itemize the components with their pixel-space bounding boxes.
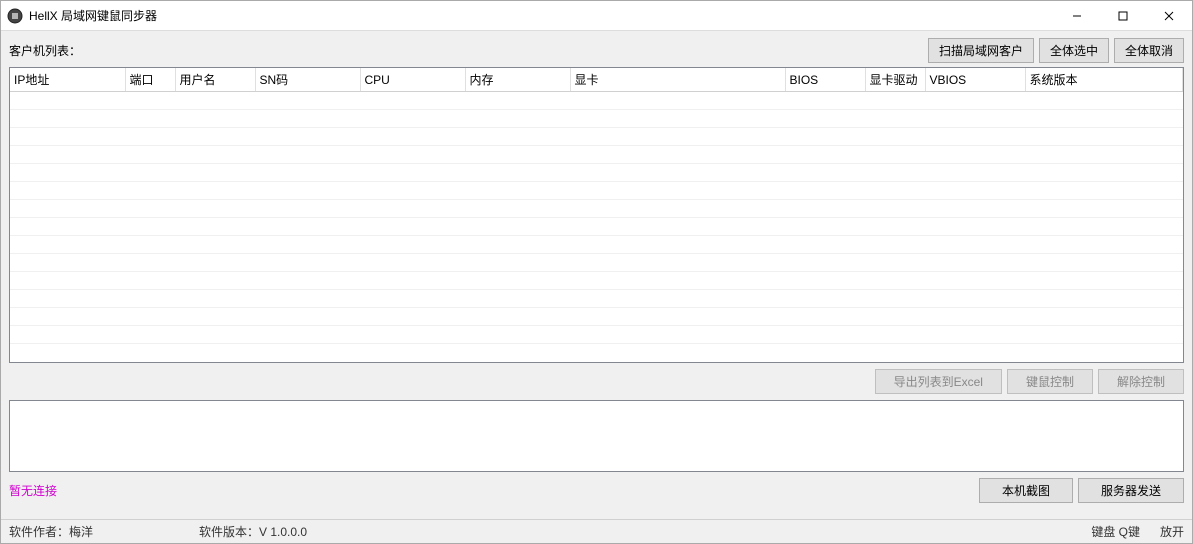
scan-lan-button[interactable]: 扫描局域网客户 xyxy=(928,38,1034,63)
table-row[interactable] xyxy=(10,92,1183,110)
server-send-button[interactable]: 服务器发送 xyxy=(1078,478,1184,503)
client-list-label: 客户机列表： xyxy=(9,42,81,59)
titlebar: HellX 局域网键鼠同步器 xyxy=(1,1,1192,31)
col-mem[interactable]: 内存 xyxy=(465,68,570,92)
connection-status: 暂无连接 xyxy=(9,482,57,499)
release-control-button: 解除控制 xyxy=(1098,369,1184,394)
table-row[interactable] xyxy=(10,182,1183,200)
col-bios[interactable]: BIOS xyxy=(785,68,865,92)
table-row[interactable] xyxy=(10,308,1183,326)
screenshot-button[interactable]: 本机截图 xyxy=(979,478,1073,503)
col-gpu[interactable]: 显卡 xyxy=(570,68,785,92)
table-row[interactable] xyxy=(10,110,1183,128)
km-control-button: 键鼠控制 xyxy=(1007,369,1093,394)
app-icon xyxy=(7,8,23,24)
window-title: HellX 局域网键鼠同步器 xyxy=(29,7,157,24)
col-sn[interactable]: SN码 xyxy=(255,68,360,92)
table-row[interactable] xyxy=(10,326,1183,344)
select-all-button[interactable]: 全体选中 xyxy=(1039,38,1109,63)
status-keyboard-state: 放开 xyxy=(1160,523,1184,540)
export-excel-button: 导出列表到Excel xyxy=(875,369,1002,394)
col-user[interactable]: 用户名 xyxy=(175,68,255,92)
col-port[interactable]: 端口 xyxy=(125,68,175,92)
col-ip[interactable]: IP地址 xyxy=(10,68,125,92)
table-row[interactable] xyxy=(10,146,1183,164)
status-keyboard-label: 键盘 Q键 xyxy=(1091,523,1140,540)
statusbar: 软件作者：梅洋 软件版本：V 1.0.0.0 键盘 Q键 放开 xyxy=(1,519,1192,543)
table-row[interactable] xyxy=(10,128,1183,146)
col-gpu-driver[interactable]: 显卡驱动 xyxy=(865,68,925,92)
table-row[interactable] xyxy=(10,236,1183,254)
table-row[interactable] xyxy=(10,200,1183,218)
table-row[interactable] xyxy=(10,272,1183,290)
status-version: 软件版本：V 1.0.0.0 xyxy=(199,523,1091,540)
col-vbios[interactable]: VBIOS xyxy=(925,68,1025,92)
col-os[interactable]: 系统版本 xyxy=(1025,68,1183,92)
maximize-button[interactable] xyxy=(1100,1,1146,31)
table-row[interactable] xyxy=(10,218,1183,236)
log-textarea[interactable] xyxy=(9,400,1184,472)
deselect-all-button[interactable]: 全体取消 xyxy=(1114,38,1184,63)
table-header-row: IP地址 端口 用户名 SN码 CPU 内存 显卡 BIOS 显卡驱动 VBIO… xyxy=(10,68,1183,92)
table-row[interactable] xyxy=(10,254,1183,272)
client-table[interactable]: IP地址 端口 用户名 SN码 CPU 内存 显卡 BIOS 显卡驱动 VBIO… xyxy=(9,67,1184,363)
close-button[interactable] xyxy=(1146,1,1192,31)
status-author: 软件作者：梅洋 xyxy=(9,523,199,540)
col-cpu[interactable]: CPU xyxy=(360,68,465,92)
table-row[interactable] xyxy=(10,290,1183,308)
table-row[interactable] xyxy=(10,164,1183,182)
minimize-button[interactable] xyxy=(1054,1,1100,31)
